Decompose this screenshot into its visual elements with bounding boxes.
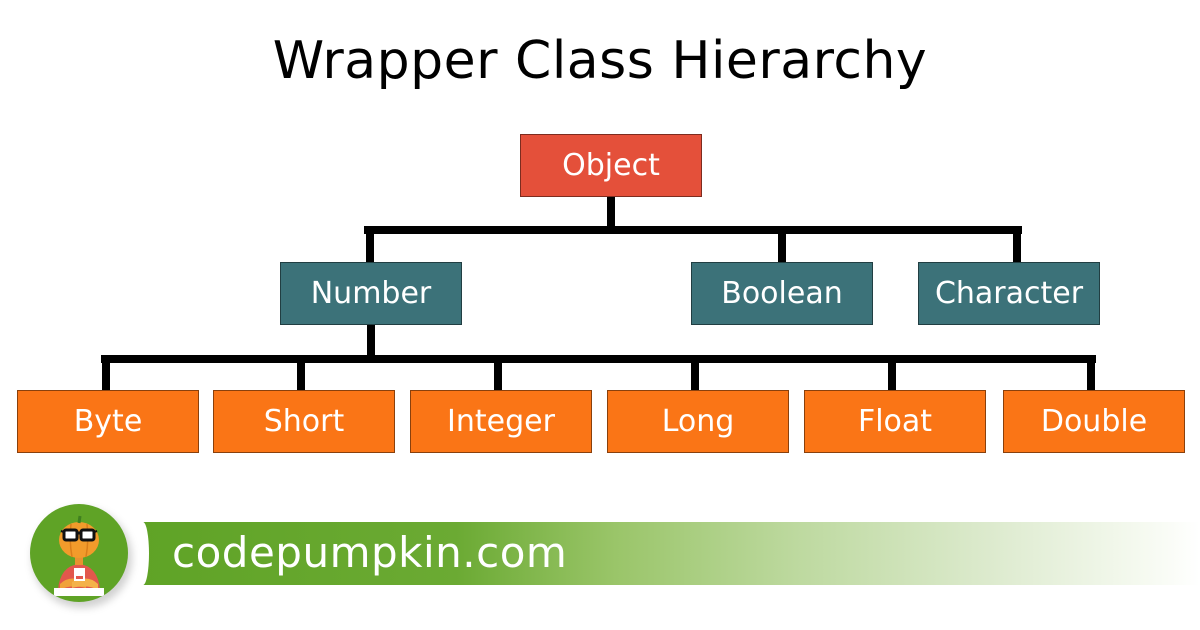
connector-to-integer bbox=[494, 355, 502, 390]
connector-to-boolean bbox=[778, 226, 786, 262]
banner-notch bbox=[137, 522, 149, 585]
node-number: Number bbox=[280, 262, 462, 325]
connector-to-long bbox=[691, 355, 699, 390]
connector-to-float bbox=[888, 355, 896, 390]
node-byte: Byte bbox=[17, 390, 199, 453]
connector-to-byte bbox=[102, 355, 110, 390]
node-short: Short bbox=[213, 390, 395, 453]
pumpkin-mascot-icon bbox=[30, 504, 128, 602]
node-boolean: Boolean bbox=[691, 262, 873, 325]
brand-site-text: codepumpkin.com bbox=[172, 528, 568, 577]
pumpkin-mascot-graphic bbox=[54, 515, 104, 596]
node-long: Long bbox=[607, 390, 789, 453]
node-object: Object bbox=[520, 134, 702, 197]
connector-to-number bbox=[366, 226, 374, 262]
diagram-title: Wrapper Class Hierarchy bbox=[272, 31, 928, 91]
connector-to-double bbox=[1087, 355, 1095, 390]
node-integer: Integer bbox=[410, 390, 592, 453]
connector-level2-bar bbox=[364, 226, 1022, 234]
connector-to-character bbox=[1013, 226, 1021, 262]
node-float: Float bbox=[804, 390, 986, 453]
node-double: Double bbox=[1003, 390, 1185, 453]
connector-leaf-bar bbox=[101, 355, 1096, 363]
connector-to-short bbox=[297, 355, 305, 390]
node-character: Character bbox=[918, 262, 1100, 325]
